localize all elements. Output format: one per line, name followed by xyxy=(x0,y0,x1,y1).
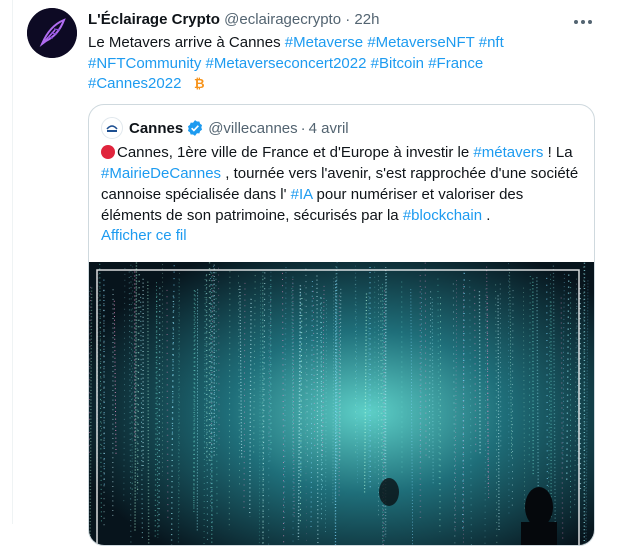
quoted-separator: · xyxy=(301,120,306,137)
cannes-logo-icon xyxy=(104,120,120,136)
handle[interactable]: @eclairagecrypto xyxy=(224,11,341,28)
hashtag-metaverseconcert2022[interactable]: #Metaverseconcert2022 xyxy=(206,55,367,72)
tweet-text: Le Metavers arrive à Cannes #Metaverse #… xyxy=(88,33,588,95)
quoted-avatar[interactable] xyxy=(101,117,123,139)
quoted-date[interactable]: 4 avril xyxy=(309,120,349,137)
display-name[interactable]: L'Éclairage Crypto xyxy=(88,11,220,28)
timestamp[interactable]: 22h xyxy=(354,11,379,28)
quoted-text-part5: . xyxy=(482,207,490,224)
quoted-text-part2: ! La xyxy=(543,144,572,161)
hashtag-france[interactable]: #France xyxy=(428,55,483,72)
hashtag-nftcommunity[interactable]: #NFTCommunity xyxy=(88,55,201,72)
hashtag-ia[interactable]: #IA xyxy=(291,186,313,203)
separator: · xyxy=(345,11,350,28)
hashtag-metaverse[interactable]: #Metaverse xyxy=(285,34,363,51)
hashtag-metavers[interactable]: #métavers xyxy=(473,144,543,161)
show-thread-link[interactable]: Afficher ce fil xyxy=(101,227,187,244)
svg-text:₿: ₿ xyxy=(194,77,205,90)
tweet-text-plain: Le Metavers arrive à Cannes xyxy=(88,34,281,51)
quoted-tweet-header: Cannes @villecannes · 4 avril xyxy=(101,117,349,139)
hashtag-mairiedecannes[interactable]: #MairieDeCannes xyxy=(101,165,221,182)
tweet-header: L'Éclairage Crypto @eclairagecrypto · 22… xyxy=(88,11,379,28)
quoted-media-image[interactable] xyxy=(89,262,594,546)
feather-logo-icon xyxy=(27,8,77,58)
tweet[interactable]: L'Éclairage Crypto @eclairagecrypto · 22… xyxy=(0,0,625,524)
hashtag-metaversenft[interactable]: #MetaverseNFT xyxy=(367,34,474,51)
verified-badge-icon xyxy=(186,119,204,137)
hashtag-cannes2022[interactable]: #Cannes2022 xyxy=(88,75,181,92)
red-circle-icon xyxy=(101,145,115,159)
hashtag-nft[interactable]: #nft xyxy=(479,34,504,51)
quoted-tweet[interactable]: Cannes @villecannes · 4 avril Cannes, 1è… xyxy=(88,104,595,546)
avatar[interactable] xyxy=(27,8,77,58)
quoted-display-name[interactable]: Cannes xyxy=(129,120,183,137)
quoted-handle[interactable]: @villecannes xyxy=(208,120,297,137)
bitcoin-icon: ₿ xyxy=(192,76,206,90)
quoted-tweet-text: Cannes, 1ère ville de France et d'Europe… xyxy=(101,142,586,226)
more-horizontal-icon[interactable] xyxy=(571,10,595,34)
hashtag-bitcoin[interactable]: #Bitcoin xyxy=(371,55,424,72)
light-installation-image xyxy=(89,262,594,546)
quoted-text-part1: Cannes, 1ère ville de France et d'Europe… xyxy=(117,144,473,161)
hashtag-blockchain[interactable]: #blockchain xyxy=(403,207,482,224)
